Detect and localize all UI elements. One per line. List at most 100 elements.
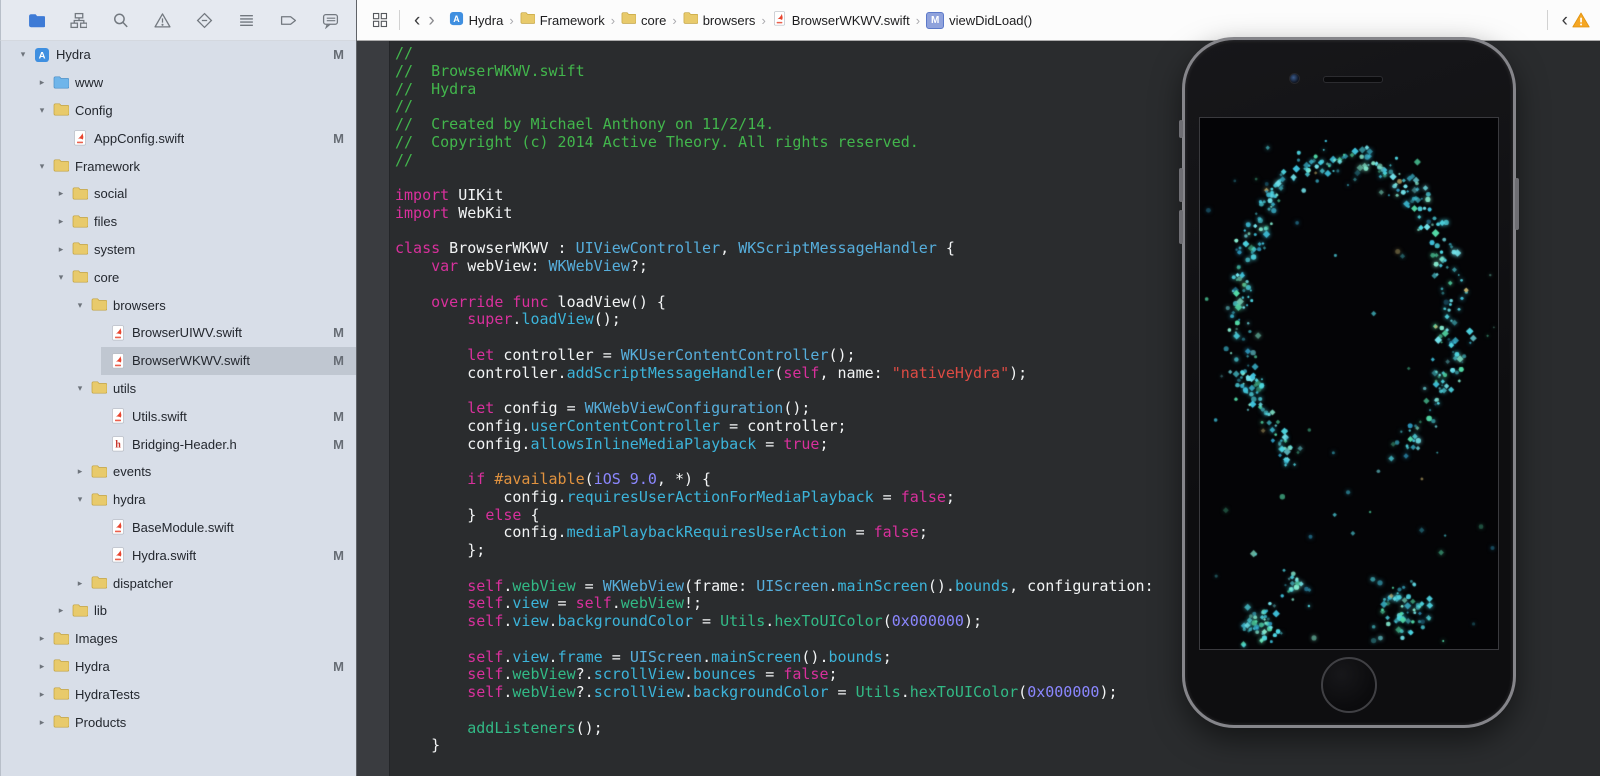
breadcrumb-label: Framework — [539, 12, 605, 28]
sidebar-item-hydra[interactable]: ▾ A Hydra M — [1, 41, 356, 69]
source-control-status-badge: M — [333, 547, 344, 563]
report-navigator-icon[interactable] — [321, 11, 339, 29]
folder-icon — [90, 492, 107, 508]
file-label: dispatcher — [113, 575, 173, 591]
disclosure-triangle-icon[interactable]: ▸ — [35, 717, 49, 728]
disclosure-triangle-icon[interactable]: ▸ — [35, 689, 49, 700]
disclosure-triangle-icon[interactable]: ▸ — [54, 605, 68, 616]
sidebar-item-files[interactable]: ▸ files — [1, 208, 356, 236]
symbol-navigator-icon[interactable] — [69, 11, 87, 29]
sidebar-item-hydra-swift[interactable]: Hydra.swift M — [1, 541, 356, 569]
sidebar-item-products[interactable]: ▸ Products — [1, 708, 356, 736]
sidebar-item-browserwkwv-swift[interactable]: BrowserWKWV.swift M — [1, 346, 356, 375]
folder-icon — [52, 102, 69, 118]
sidebar-item-core[interactable]: ▾ core — [1, 263, 356, 291]
sidebar-item-basemodule-swift[interactable]: BaseModule.swift — [1, 514, 356, 542]
sidebar-item-www[interactable]: ▸ www — [1, 69, 356, 97]
sidebar-item-events[interactable]: ▸ events — [1, 458, 356, 486]
folder-icon — [52, 158, 69, 174]
find-navigator-icon[interactable] — [111, 11, 129, 29]
file-label: BaseModule.swift — [132, 519, 234, 535]
disclosure-triangle-icon[interactable]: ▸ — [73, 466, 87, 477]
sidebar-item-system[interactable]: ▸ system — [1, 236, 356, 264]
file-label: Bridging-Header.h — [132, 436, 237, 452]
file-label: Images — [75, 631, 118, 647]
disclosure-triangle-icon[interactable]: ▸ — [54, 216, 68, 227]
test-navigator-icon[interactable] — [195, 11, 213, 29]
folder-icon — [52, 686, 69, 702]
file-label: Utils.swift — [132, 408, 187, 424]
method-badge: M — [926, 11, 945, 29]
previous-issue-button[interactable]: ‹ — [1558, 11, 1572, 30]
swift-icon — [109, 353, 126, 369]
sidebar-item-browsers[interactable]: ▾ browsers — [1, 291, 356, 319]
folder-icon — [52, 714, 69, 730]
folder-icon — [71, 186, 88, 202]
forward-button[interactable]: › — [424, 11, 438, 30]
sidebar-item-images[interactable]: ▸ Images — [1, 625, 356, 653]
sidebar-item-appconfig-swift[interactable]: AppConfig.swift M — [1, 124, 356, 152]
disclosure-triangle-icon[interactable]: ▾ — [54, 272, 68, 283]
disclosure-triangle-icon[interactable]: ▸ — [35, 633, 49, 644]
related-items-icon[interactable] — [371, 11, 389, 29]
jump-bar-separator — [399, 10, 400, 30]
breakpoint-navigator-icon[interactable] — [279, 11, 297, 29]
sidebar-item-hydra[interactable]: ▸ Hydra M — [1, 653, 356, 681]
project-navigator-tree: ▾ A Hydra M ▸ www ▾ Config AppConfig.swift M ▾ Fram… — [0, 41, 356, 776]
breadcrumb-item-framework[interactable]: Framework — [520, 11, 605, 29]
disclosure-triangle-icon[interactable]: ▾ — [73, 300, 87, 311]
sidebar-item-framework[interactable]: ▾ Framework — [1, 152, 356, 180]
xcode-window: { "navigator_toolbar": { "items": [ {"na… — [0, 0, 1600, 776]
particle-visualization-canvas — [1200, 118, 1498, 649]
disclosure-triangle-icon[interactable]: ▸ — [54, 244, 68, 255]
project-navigator-icon[interactable] — [27, 11, 45, 29]
sidebar-item-bridging-header-h[interactable]: h Bridging-Header.h M — [1, 430, 356, 458]
file-label: Hydra — [56, 47, 91, 63]
sidebar-item-hydra[interactable]: ▾ hydra — [1, 486, 356, 514]
jump-bar-separator — [1546, 10, 1548, 30]
disclosure-triangle-icon[interactable]: ▸ — [73, 578, 87, 589]
disclosure-triangle-icon[interactable]: ▾ — [35, 161, 49, 172]
earpiece-speaker — [1323, 76, 1383, 83]
disclosure-triangle-icon[interactable]: ▸ — [35, 661, 49, 672]
sidebar-item-utils[interactable]: ▾ utils — [1, 375, 356, 403]
source-control-status-badge: M — [333, 325, 344, 341]
disclosure-triangle-icon[interactable]: ▾ — [73, 383, 87, 394]
disclosure-triangle-icon[interactable]: ▸ — [35, 77, 49, 88]
issue-navigator-icon[interactable] — [153, 11, 171, 29]
disclosure-triangle-icon[interactable]: ▾ — [73, 494, 87, 505]
sidebar-item-config[interactable]: ▾ Config — [1, 97, 356, 125]
sidebar-item-hydratests[interactable]: ▸ HydraTests — [1, 680, 356, 708]
breadcrumb-item-core[interactable]: core — [621, 11, 666, 29]
disclosure-triangle-icon[interactable]: ▸ — [54, 188, 68, 199]
swift-icon — [71, 130, 88, 146]
sidebar-item-dispatcher[interactable]: ▸ dispatcher — [1, 569, 356, 597]
sidebar-item-utils-swift[interactable]: Utils.swift M — [1, 402, 356, 430]
file-label: events — [113, 464, 152, 480]
folder-icon — [71, 241, 88, 257]
breadcrumb-item-browserwkwv-swift[interactable]: BrowserWKWV.swift — [772, 11, 910, 29]
breadcrumb-item-hydra[interactable]: A Hydra — [449, 11, 503, 29]
disclosure-triangle-icon[interactable]: ▾ — [35, 105, 49, 116]
sidebar-item-social[interactable]: ▸ social — [1, 180, 356, 208]
breadcrumb-item-browsers[interactable]: browsers — [683, 11, 756, 29]
folder-icon — [71, 603, 88, 619]
header-icon: h — [109, 436, 126, 452]
breadcrumb-label: viewDidLoad() — [949, 12, 1033, 28]
sidebar-item-browseruiwv-swift[interactable]: BrowserUIWV.swift M — [1, 319, 356, 347]
breadcrumb-item-viewdidload-[interactable]: MviewDidLoad() — [926, 11, 1033, 29]
back-button[interactable]: ‹ — [410, 11, 424, 30]
phone-screen — [1199, 117, 1499, 650]
file-label: utils — [113, 380, 137, 396]
breadcrumb-label: browsers — [702, 12, 756, 28]
swift-file-icon — [772, 11, 787, 29]
file-label: browsers — [113, 297, 166, 313]
app-icon: A — [449, 11, 464, 29]
sidebar-item-lib[interactable]: ▸ lib — [1, 597, 356, 625]
code-line: } — [395, 736, 441, 755]
disclosure-triangle-icon[interactable]: ▾ — [16, 49, 30, 60]
warning-icon[interactable] — [1572, 11, 1590, 29]
debug-navigator-icon[interactable] — [237, 11, 255, 29]
breakpoint-gutter[interactable] — [357, 41, 390, 776]
source-control-status-badge: M — [333, 130, 344, 146]
